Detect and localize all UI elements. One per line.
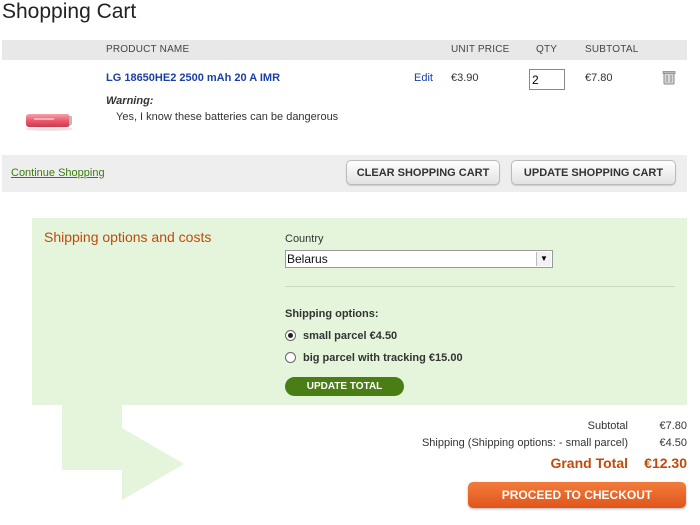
shipping-divider [285, 286, 675, 287]
shipping-options-label: Shipping options: [285, 308, 379, 320]
update-total-button[interactable]: UPDATE TOTAL [285, 377, 404, 396]
option-big-parcel-label[interactable]: big parcel with tracking €15.00 [303, 352, 463, 364]
option-small-parcel-label[interactable]: small parcel €4.50 [303, 330, 397, 342]
product-name-link[interactable]: LG 18650HE2 2500 mAh 20 A IMR [106, 72, 280, 84]
warning-label: Warning: [106, 95, 154, 107]
clear-cart-button[interactable]: CLEAR SHOPPING CART [346, 160, 500, 185]
page-title: Shopping Cart [2, 0, 137, 23]
radio-big-parcel[interactable] [285, 352, 296, 363]
edit-item-link[interactable]: Edit [414, 72, 433, 84]
totals-shipping-label: Shipping (Shipping options: - small parc… [421, 437, 628, 449]
header-product-name: PRODUCT NAME [106, 44, 190, 55]
shipping-arrow-bar [62, 432, 124, 470]
country-label: Country [285, 233, 324, 245]
radio-small-parcel[interactable] [285, 330, 296, 341]
header-unit-price: UNIT PRICE [451, 44, 510, 55]
trash-icon[interactable] [662, 70, 676, 85]
shipping-arrow-head [122, 428, 184, 500]
country-select[interactable]: Belarus ▼ [285, 250, 553, 268]
product-image[interactable] [24, 108, 74, 132]
totals-subtotal-label: Subtotal [587, 420, 628, 432]
proceed-to-checkout-button[interactable]: PROCEED TO CHECKOUT [468, 482, 686, 508]
shipping-title: Shipping options and costs [44, 229, 212, 245]
qty-input[interactable] [529, 69, 565, 90]
totals-shipping-value: €4.50 [659, 437, 687, 449]
header-qty: QTY [536, 44, 558, 55]
item-subtotal: €7.80 [585, 72, 613, 84]
continue-shopping-link[interactable]: Continue Shopping [11, 167, 105, 179]
grand-total-label: Grand Total [550, 455, 628, 471]
chevron-down-icon[interactable]: ▼ [536, 252, 551, 266]
update-cart-button[interactable]: UPDATE SHOPPING CART [511, 160, 676, 185]
warning-text: Yes, I know these batteries can be dange… [116, 111, 339, 123]
grand-total-value: €12.30 [644, 455, 687, 471]
country-selected-value: Belarus [287, 252, 328, 266]
totals-subtotal-value: €7.80 [659, 420, 687, 432]
unit-price: €3.90 [451, 72, 479, 84]
header-subtotal: SUBTOTAL [585, 44, 639, 55]
